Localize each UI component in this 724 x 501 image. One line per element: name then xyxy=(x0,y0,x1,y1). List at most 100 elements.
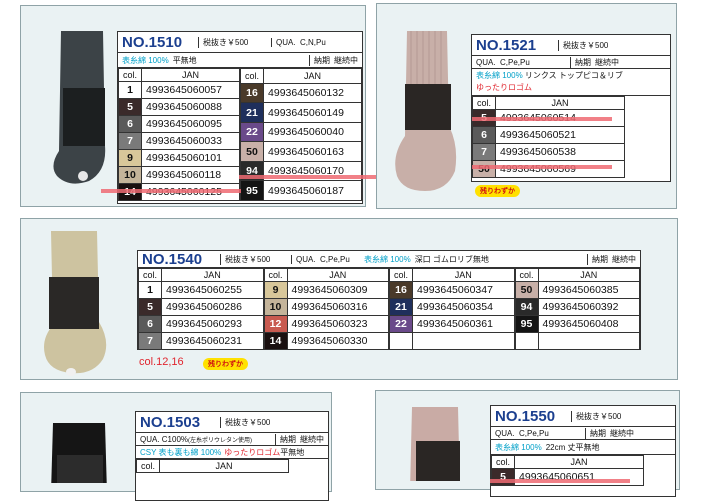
table-row: 1 4993645060057 xyxy=(117,81,240,99)
color-swatch: 50 xyxy=(239,141,265,162)
jan-header: JAN xyxy=(263,68,362,84)
note: col.12,16 xyxy=(139,356,184,368)
table-row: 50 4993645060385 xyxy=(514,281,641,299)
color-swatch: 16 xyxy=(239,82,265,104)
delivery-label: 納期 xyxy=(570,56,595,68)
price: 税抜き￥500 xyxy=(198,36,271,48)
description: 22cm 丈平無地 xyxy=(545,442,600,452)
jan-code xyxy=(412,332,515,350)
product-number: NO.1550 xyxy=(495,407,556,425)
material: 表糸綿 100% xyxy=(495,442,542,452)
jan-code: 4993645060330 xyxy=(286,332,390,350)
material: CSY 表も裏も綿 100% xyxy=(140,447,222,457)
table-row xyxy=(388,332,515,350)
description-note: ゆったりロゴム xyxy=(472,82,670,96)
description-note: ゆったりロゴム xyxy=(224,447,281,457)
quality-label: QUA. xyxy=(291,254,320,264)
price: 税抜き￥500 xyxy=(558,39,608,51)
jan-header: JAN xyxy=(514,455,645,469)
color-swatch: 16 xyxy=(388,281,414,299)
table-row: 22 4993645060040 xyxy=(239,121,362,143)
jan-code: 4993645060392 xyxy=(537,298,641,316)
jan-code: 4993645060361 xyxy=(412,315,515,333)
product-panel-1521: NO.1521 税抜き￥500 QUA. C,Pe,Pu 納期 継続中 表糸綿 … xyxy=(376,3,677,209)
table-row: 7 4993645060231 xyxy=(137,332,264,350)
table-row: 1 4993645060255 xyxy=(137,281,264,299)
status: 継続中 xyxy=(610,428,634,438)
jan-code: 4993645060521 xyxy=(495,126,626,144)
status: 継続中 xyxy=(595,57,619,67)
color-swatch: 12 xyxy=(263,315,288,333)
col-header: col. xyxy=(514,268,539,282)
jan-code: 4993645060316 xyxy=(286,298,390,316)
status: 継続中 xyxy=(334,55,358,65)
col-header: col. xyxy=(263,268,288,282)
description: リンクス トップピコ＆リブ xyxy=(524,71,623,80)
jan-code: 4993645060132 xyxy=(263,82,362,104)
color-swatch xyxy=(388,332,414,350)
color-swatch: 21 xyxy=(239,102,265,123)
color-swatch: 95 xyxy=(239,180,265,201)
color-swatch: 5 xyxy=(137,298,163,316)
jan-code: 4993645060354 xyxy=(412,298,515,316)
color-swatch: 1 xyxy=(117,81,143,99)
discontinued-mark xyxy=(101,189,241,193)
color-swatch: 50 xyxy=(471,160,497,178)
jan-header: JAN xyxy=(537,268,641,282)
table-row: 94 4993645060392 xyxy=(514,298,641,316)
sock-image-1540 xyxy=(44,231,107,376)
status: 継続中 xyxy=(300,434,324,444)
color-swatch: 6 xyxy=(137,315,163,333)
color-swatch: 9 xyxy=(263,281,288,299)
sock-image-1521 xyxy=(395,31,457,191)
product-card-1550: NO.1550 税抜き￥500 QUA. C,Pe,Pu 納期 継続中 表糸綿 … xyxy=(490,405,676,497)
color-swatch: 7 xyxy=(471,143,497,161)
table-row: 12 4993645060323 xyxy=(263,315,390,333)
sock-image-1503 xyxy=(51,423,107,483)
color-swatch: 1 xyxy=(137,281,163,299)
table-row: 6 4993645060521 xyxy=(471,126,626,144)
material: 表糸綿 100% xyxy=(476,71,523,80)
jan-code: 4993645060309 xyxy=(286,281,390,299)
rows-1510-right: 16 4993645060132 21 4993645060149 22 49936450… xyxy=(239,82,362,201)
jan-table-g3: col. JAN 16 4993645060347 21 4993645060354 22 4… xyxy=(388,268,515,350)
quality-label: QUA. xyxy=(476,57,496,67)
quality-label: QUA. xyxy=(271,37,300,47)
jan-code: 4993645060033 xyxy=(141,132,240,150)
jan-table-g1: col. JAN 1 4993645060255 5 4993645060286 6 4993… xyxy=(137,268,264,350)
status: 継続中 xyxy=(612,254,636,264)
table-row: 7 4993645060538 xyxy=(471,143,626,161)
color-swatch: 5 xyxy=(117,98,143,116)
col-header: col. xyxy=(137,268,163,282)
product-panel-1510: NO.1510 税抜き￥500 QUA. C,N,Pu 表糸綿 100% 平無地… xyxy=(20,5,383,207)
color-swatch: 6 xyxy=(117,115,143,133)
color-swatch: 10 xyxy=(117,166,143,184)
product-card-1540: NO.1540 税抜き￥500 QUA. C,Pe,Pu 表糸綿 100% 深口… xyxy=(137,250,641,350)
jan-code: 4993645060286 xyxy=(161,298,264,316)
price: 税抜き￥500 xyxy=(571,410,621,422)
description: 平無地 xyxy=(172,55,197,65)
color-swatch: 6 xyxy=(471,126,497,144)
table-row: 5 4993645060286 xyxy=(137,298,264,316)
table-row: 6 4993645060095 xyxy=(117,115,240,133)
jan-header: JAN xyxy=(286,268,390,282)
table-row: 21 4993645060354 xyxy=(388,298,515,316)
description: 深口 ゴムロリブ無地 xyxy=(414,254,489,264)
rows-1510-left: 1 4993645060057 5 4993645060088 6 49936450600… xyxy=(117,81,240,201)
color-swatch: 95 xyxy=(514,315,539,333)
table-row: 21 4993645060149 xyxy=(239,102,362,123)
jan-code: 4993645060323 xyxy=(286,315,390,333)
color-swatch: 14 xyxy=(263,332,288,350)
jan-code: 4993645060163 xyxy=(263,141,362,162)
delivery-label: 納期 xyxy=(585,427,610,439)
color-swatch: 7 xyxy=(117,132,143,150)
quality-value: C,N,Pu xyxy=(300,37,326,47)
jan-code: 4993645060231 xyxy=(161,332,264,350)
jan-code: 4993645060538 xyxy=(495,143,626,161)
col-header: col. xyxy=(239,68,265,84)
quality-label: QUA. xyxy=(495,428,515,438)
jan-table-g4: col. JAN 50 4993645060385 94 4993645060392 95 4… xyxy=(514,268,641,350)
jan-header: JAN xyxy=(161,268,264,282)
table-row: 10 4993645060118 xyxy=(117,166,240,184)
color-swatch: 9 xyxy=(117,149,143,167)
